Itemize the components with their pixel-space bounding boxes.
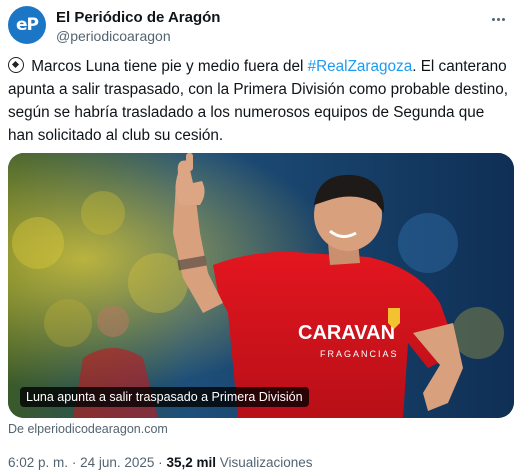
soccer-ball-icon (8, 57, 24, 73)
shirt-sponsor-subtext: FRAGANCIAS (320, 349, 399, 359)
media-caption: Luna apunta a salir traspasado a Primera… (20, 387, 309, 407)
hashtag-link[interactable]: #RealZaragoza (308, 58, 413, 75)
shirt-sponsor-text: CARAVAN (298, 322, 395, 344)
media-card[interactable]: CARAVAN FRAGANCIAS Luna apunta a salir t… (8, 153, 514, 418)
tweet-meta: 6:02 p. m. · 24 jun. 2025 · 35,2 mil Vis… (8, 455, 313, 470)
tweet-date[interactable]: 24 jun. 2025 (80, 455, 154, 470)
views-label: Visualizaciones (219, 455, 313, 470)
author-handle[interactable]: @periodicoaragon (56, 28, 171, 44)
tweet-text-start: Marcos Luna tiene pie y medio fuera del (31, 58, 308, 75)
meta-separator-2: · (158, 455, 163, 470)
views-count: 35,2 mil (166, 455, 216, 470)
avatar-logo-text: eP (16, 15, 39, 35)
tweet-header: eP El Periódico de Aragón @periodicoarag… (8, 6, 509, 46)
more-options-icon[interactable] (487, 8, 509, 30)
tweet-time[interactable]: 6:02 p. m. (8, 455, 68, 470)
meta-separator: · (71, 455, 77, 470)
tweet-text: Marcos Luna tiene pie y medio fuera del … (8, 55, 508, 147)
author-avatar[interactable]: eP (8, 6, 46, 44)
player-photo: CARAVAN FRAGANCIAS (8, 153, 514, 418)
author-name[interactable]: El Periódico de Aragón (56, 9, 220, 26)
link-source[interactable]: De elperiodicodearagon.com (8, 422, 168, 436)
